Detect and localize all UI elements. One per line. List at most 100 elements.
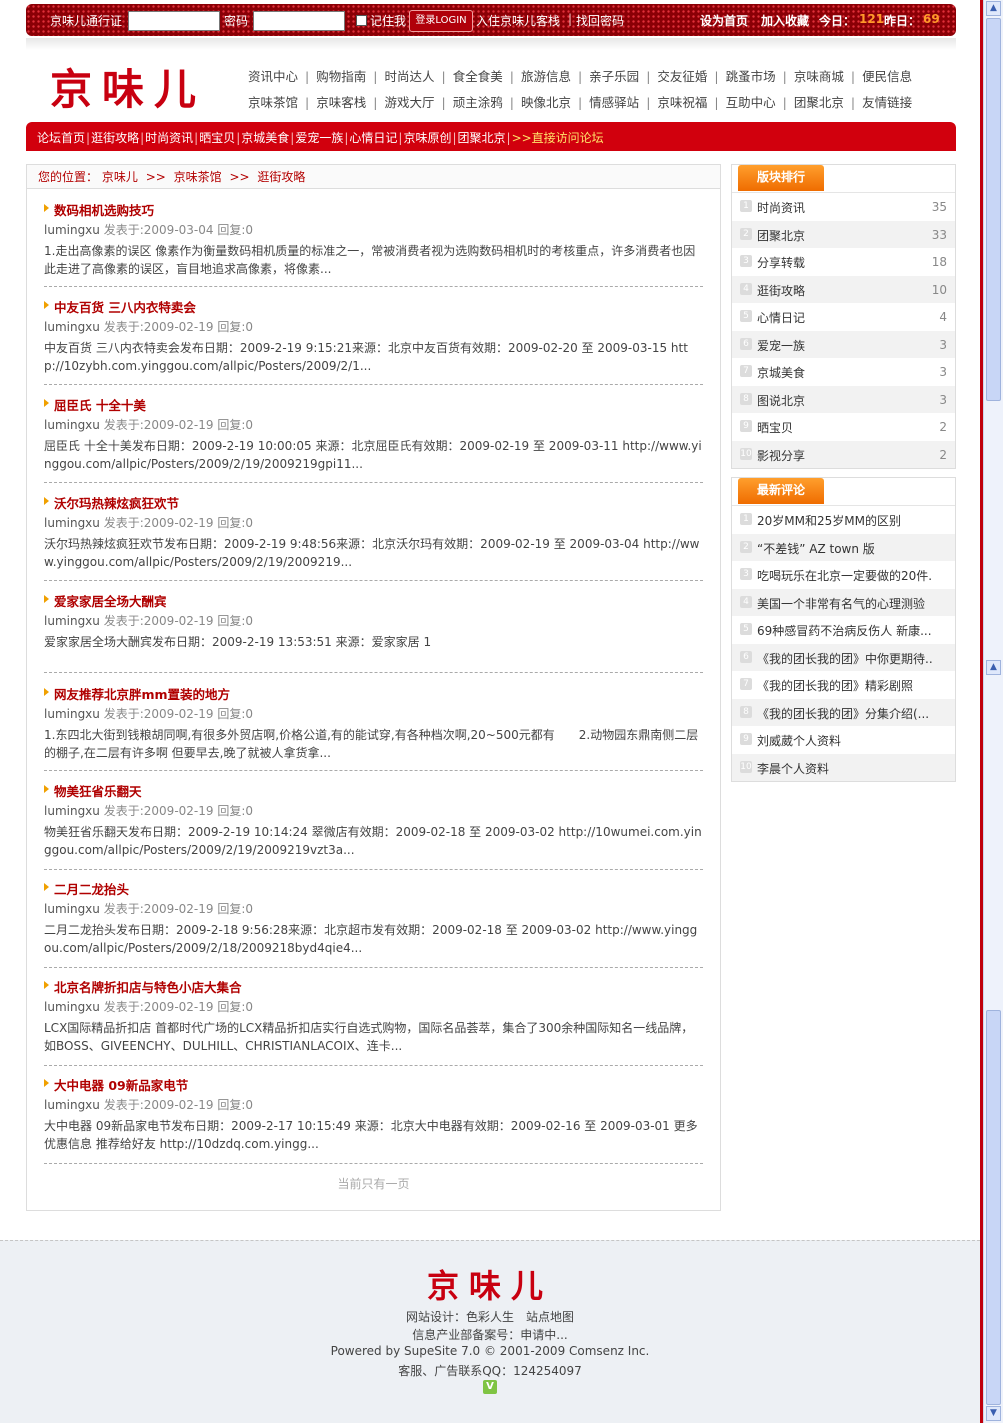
nav-item[interactable]: 食全食美 <box>453 66 503 85</box>
ranking-name[interactable]: 逛街攻略 <box>757 282 932 299</box>
nav-item[interactable]: 情感驿站 <box>589 92 639 111</box>
nav-item[interactable]: 团聚北京 <box>794 92 844 111</box>
forum-link[interactable]: 心情日记 <box>349 131 397 145</box>
latest-item[interactable]: 2 “不差钱” AZ town 版 <box>732 533 955 561</box>
latest-item[interactable]: 5 69种感冒药不治病反伤人 新康... <box>732 616 955 644</box>
scrollbar-thumb[interactable] <box>986 18 1001 401</box>
article-author[interactable]: lumingxu <box>44 1098 100 1112</box>
article-title[interactable]: 二月二龙抬头 <box>44 879 703 898</box>
article-author[interactable]: lumingxu <box>44 902 100 916</box>
nav-item[interactable]: 时尚达人 <box>384 66 434 85</box>
latest-item[interactable]: 8 《我的团长我的团》分集介绍(... <box>732 698 955 726</box>
article-title[interactable]: 物美狂省乐翻天 <box>44 781 703 800</box>
direct-forum-link[interactable]: >>直接访问论坛 <box>512 131 604 145</box>
nav-item[interactable]: 京味客栈 <box>316 92 366 111</box>
site-logo[interactable]: 京味儿 <box>50 56 206 117</box>
ranking-item[interactable]: 1 时尚资讯 35 <box>732 193 955 221</box>
nav-item[interactable]: 友情链接 <box>862 92 912 111</box>
scroll-down-icon[interactable]: ▼ <box>986 1406 1001 1421</box>
article-title[interactable]: 沃尔玛热辣炫疯狂欢节 <box>44 493 703 512</box>
latest-item[interactable]: 3 吃喝玩乐在北京一定要做的20件... <box>732 561 955 589</box>
article-author[interactable]: lumingxu <box>44 707 100 721</box>
vertical-scrollbar[interactable]: ▲ ▲ ▼ <box>983 0 1003 1423</box>
register-link[interactable]: 入住京味儿客栈 <box>476 12 560 29</box>
ranking-item[interactable]: 9 晒宝贝 2 <box>732 413 955 441</box>
remember-checkbox[interactable] <box>356 15 367 26</box>
ranking-item[interactable]: 3 分享转载 18 <box>732 248 955 276</box>
nav-item[interactable]: 顽主涂鸦 <box>453 92 503 111</box>
article-author[interactable]: lumingxu <box>44 614 100 628</box>
latest-item[interactable]: 6 《我的团长我的团》中你更期待... <box>732 643 955 671</box>
latest-title-link[interactable]: 《我的团长我的团》精彩剧照 <box>757 677 932 694</box>
forum-link[interactable]: 论坛首页 <box>37 131 85 145</box>
password-input[interactable] <box>253 11 345 31</box>
nav-item[interactable]: 跳蚤市场 <box>726 66 776 85</box>
forum-link[interactable]: 时尚资讯 <box>145 131 193 145</box>
article-author[interactable]: lumingxu <box>44 1000 100 1014</box>
nav-item[interactable]: 京味祝福 <box>657 92 707 111</box>
ranking-name[interactable]: 分享转载 <box>757 254 932 271</box>
ranking-name[interactable]: 图说北京 <box>757 392 932 409</box>
nav-item[interactable]: 旅游信息 <box>521 66 571 85</box>
latest-item[interactable]: 7 《我的团长我的团》精彩剧照 <box>732 671 955 699</box>
latest-title-link[interactable]: 吃喝玩乐在北京一定要做的20件... <box>757 567 932 584</box>
latest-title-link[interactable]: 20岁MM和25岁MM的区别 <box>757 512 932 529</box>
breadcrumb-item[interactable]: 京味儿 <box>102 170 138 184</box>
passport-input[interactable] <box>128 11 220 31</box>
nav-item[interactable]: 亲子乐园 <box>589 66 639 85</box>
ranking-item[interactable]: 8 图说北京 3 <box>732 385 955 413</box>
ranking-item[interactable]: 6 爱宠一族 3 <box>732 330 955 358</box>
article-title[interactable]: 网友推荐北京胖mm置装的地方 <box>44 684 703 703</box>
latest-title-link[interactable]: 《我的团长我的团》中你更期待... <box>757 650 932 667</box>
verify-badge-icon[interactable]: V <box>483 1380 497 1394</box>
ranking-name[interactable]: 爱宠一族 <box>757 337 932 354</box>
latest-item[interactable]: 9 刘威葳个人资料 <box>732 726 955 754</box>
latest-title-link[interactable]: “不差钱” AZ town 版 <box>757 540 932 557</box>
ranking-name[interactable]: 团聚北京 <box>757 227 932 244</box>
forum-link[interactable]: 逛街攻略 <box>91 131 139 145</box>
scroll-up-icon[interactable]: ▲ <box>986 660 1001 675</box>
article-title[interactable]: 大中电器 09新品家电节 <box>44 1075 703 1094</box>
article-author[interactable]: lumingxu <box>44 804 100 818</box>
breadcrumb-item[interactable]: 京味茶馆 <box>174 170 222 184</box>
article-author[interactable]: lumingxu <box>44 223 100 237</box>
login-button[interactable]: 登录LOGIN <box>409 10 473 32</box>
latest-title-link[interactable]: 刘威葳个人资料 <box>757 732 932 749</box>
ranking-item[interactable]: 4 逛街攻略 10 <box>732 275 955 303</box>
ranking-name[interactable]: 时尚资讯 <box>757 199 932 216</box>
add-favorite-link[interactable]: 加入收藏 <box>761 12 809 29</box>
article-author[interactable]: lumingxu <box>44 320 100 334</box>
set-homepage-link[interactable]: 设为首页 <box>700 12 748 29</box>
ranking-name[interactable]: 晒宝贝 <box>757 419 932 436</box>
nav-item[interactable]: 便民信息 <box>862 66 912 85</box>
article-title[interactable]: 爱家家居全场大酬宾 <box>44 591 703 610</box>
nav-item[interactable]: 交友征婚 <box>657 66 707 85</box>
nav-item[interactable]: 京味商城 <box>794 66 844 85</box>
article-author[interactable]: lumingxu <box>44 418 100 432</box>
ranking-name[interactable]: 心情日记 <box>757 309 932 326</box>
article-title[interactable]: 数码相机选购技巧 <box>44 200 703 219</box>
nav-item[interactable]: 映像北京 <box>521 92 571 111</box>
latest-item[interactable]: 4 美国一个非常有名气的心理测验 <box>732 588 955 616</box>
ranking-name[interactable]: 京城美食 <box>757 364 932 381</box>
latest-title-link[interactable]: 李晨个人资料 <box>757 760 932 777</box>
nav-item[interactable]: 京味茶馆 <box>248 92 298 111</box>
article-title[interactable]: 中友百货 三八内衣特卖会 <box>44 297 703 316</box>
latest-title-link[interactable]: 69种感冒药不治病反伤人 新康... <box>757 622 932 639</box>
forum-link[interactable]: 团聚北京 <box>458 131 506 145</box>
article-title[interactable]: 北京名牌折扣店与特色小店大集合 <box>44 977 703 996</box>
forum-link[interactable]: 晒宝贝 <box>199 131 235 145</box>
ranking-item[interactable]: 2 团聚北京 33 <box>732 220 955 248</box>
scrollbar-thumb[interactable] <box>986 1010 1001 1405</box>
ranking-name[interactable]: 影视分享 <box>757 447 932 464</box>
ranking-item[interactable]: 5 心情日记 4 <box>732 303 955 331</box>
article-author[interactable]: lumingxu <box>44 516 100 530</box>
breadcrumb-item[interactable]: 逛街攻略 <box>257 170 305 184</box>
article-title[interactable]: 屈臣氏 十全十美 <box>44 395 703 414</box>
forum-link[interactable]: 京城美食 <box>241 131 289 145</box>
forum-link[interactable]: 爱宠一族 <box>295 131 343 145</box>
forum-link[interactable]: 京味原创 <box>403 131 451 145</box>
latest-item[interactable]: 1 20岁MM和25岁MM的区别 <box>732 506 955 534</box>
ranking-item[interactable]: 7 京城美食 3 <box>732 358 955 386</box>
forgot-password-link[interactable]: 找回密码 <box>576 12 624 29</box>
